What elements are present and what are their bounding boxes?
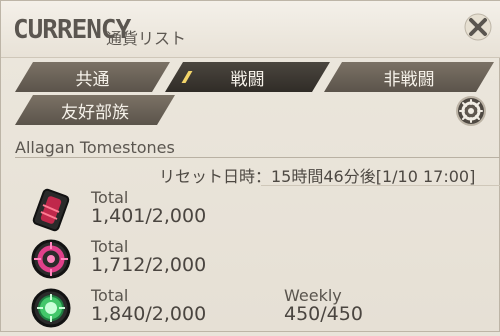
tab-common[interactable]: 共通 — [15, 62, 170, 92]
window-subtitle: 通貨リスト — [106, 29, 187, 48]
currency-row: Total 1,401/2,000 — [1, 188, 500, 238]
currency-row: Total 1,840/2,000 Weekly 450/450 — [1, 286, 500, 336]
total-value: 1,840/2,000 — [91, 303, 207, 325]
section-title: Allagan Tomestones — [15, 138, 175, 157]
total-value: 1,712/2,000 — [91, 254, 207, 276]
close-button[interactable] — [463, 12, 493, 42]
tomestone-red-icon — [29, 188, 73, 232]
titlebar: CURRENCY 通貨リスト — [1, 1, 500, 58]
tab-battle[interactable]: 戦闘 — [165, 62, 330, 92]
total-value: 1,401/2,000 — [91, 205, 207, 227]
tab-tribes[interactable]: 友好部族 — [15, 95, 175, 125]
currency-row: Total 1,712/2,000 — [1, 237, 500, 287]
weekly-value: 450/450 — [284, 303, 363, 325]
active-indicator-icon — [182, 71, 193, 83]
reset-divider — [261, 185, 500, 186]
reset-info: リセット日時：15時間46分後[1/10 17:00] — [159, 167, 476, 186]
section-divider — [15, 157, 500, 158]
tab-tribes-label: 友好部族 — [61, 102, 129, 123]
tab-battle-label: 戦闘 — [230, 69, 265, 90]
tab-common-label: 共通 — [75, 69, 110, 90]
close-icon — [464, 13, 492, 41]
tab-non-battle[interactable]: 非戦闘 — [324, 62, 494, 92]
tomestone-green-icon — [29, 286, 73, 330]
gear-icon — [459, 99, 483, 123]
currency-window: CURRENCY 通貨リスト 共通 戦闘 非戦闘 友好部族 Allagan To… — [0, 0, 500, 332]
tomestone-pink-icon — [29, 237, 73, 281]
tab-non-battle-label: 非戦闘 — [383, 69, 435, 90]
settings-button[interactable] — [458, 98, 484, 124]
